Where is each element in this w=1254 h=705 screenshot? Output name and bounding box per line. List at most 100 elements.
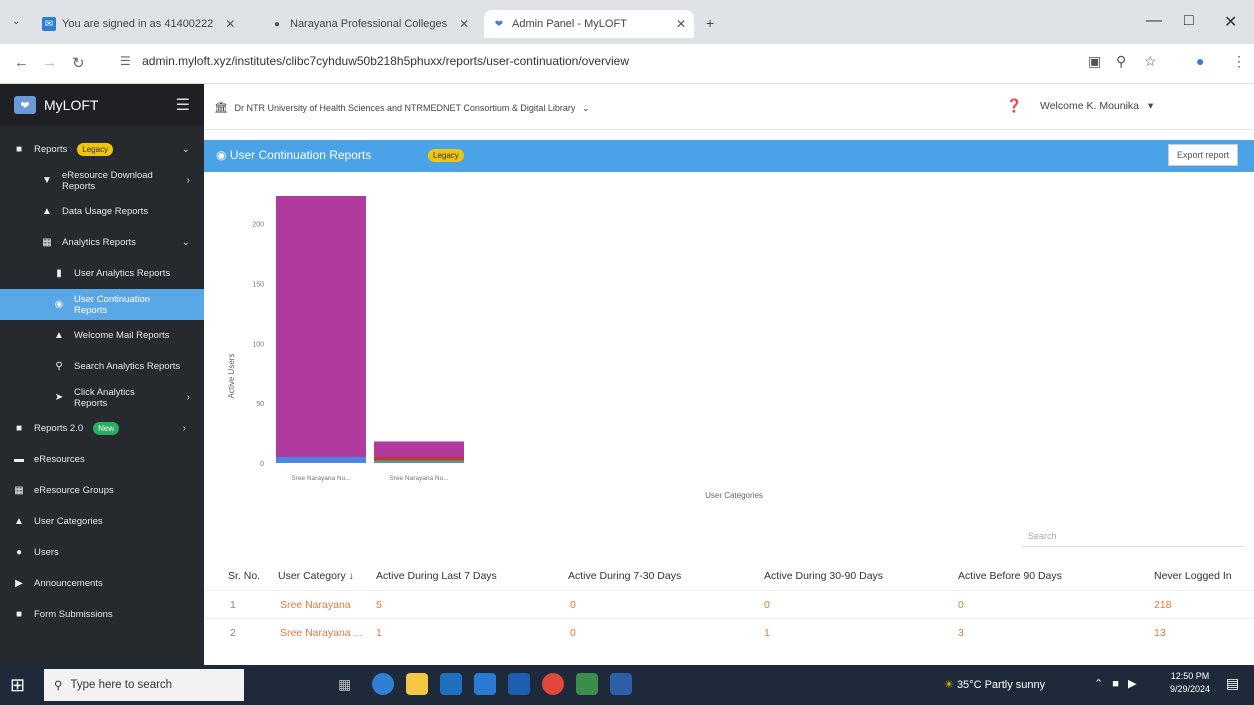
cell: Sree Narayana ...: [280, 627, 363, 639]
file-explorer-icon[interactable]: [406, 673, 428, 695]
x-axis-label: User Categories: [705, 491, 763, 500]
column-header[interactable]: Active Before 90 Days: [958, 570, 1062, 582]
bar-segment[interactable]: [374, 461, 464, 463]
sidebar-item-user-categories[interactable]: ▲ User Categories: [0, 506, 204, 537]
windows-taskbar: ⊞ ⚲ Type here to search ▦ ☀ 35°C Partly …: [0, 665, 1254, 705]
export-report-button[interactable]: Export report: [1167, 144, 1238, 166]
cast-icon[interactable]: ▣: [1088, 53, 1101, 70]
url-field[interactable]: ☰ admin.myloft.xyz/institutes/clibc7cyhd…: [120, 54, 629, 68]
column-header[interactable]: Never Logged In: [1154, 570, 1232, 582]
taskbar-search-input[interactable]: ⚲ Type here to search: [44, 669, 244, 701]
hamburger-menu-icon[interactable]: ☰: [176, 95, 190, 115]
close-icon[interactable]: ✕: [676, 17, 686, 31]
mail-app-icon[interactable]: [474, 673, 496, 695]
sidebar-item-eresource-download-reports[interactable]: ▼ eResource Download Reports ›: [0, 165, 204, 196]
sidebar-item-announcements[interactable]: ▶ Announcements: [0, 568, 204, 599]
tab-search-chevron-icon[interactable]: ⌄: [12, 16, 20, 27]
task-view-icon[interactable]: ▦: [338, 676, 351, 693]
store-icon[interactable]: [440, 673, 462, 695]
cell: 3: [958, 627, 964, 639]
sidebar-item-label: Reports: [34, 144, 68, 155]
tab-mail[interactable]: ✉ You are signed in as 41400222 ✕: [34, 10, 243, 38]
sidebar-item-reports-2[interactable]: ■ Reports 2.0 New ›: [0, 413, 204, 444]
bar-segment[interactable]: [374, 441, 464, 458]
word-icon[interactable]: [610, 673, 632, 695]
page-title: ◉ User Continuation Reports: [216, 148, 371, 162]
chrome-icon[interactable]: [542, 673, 564, 695]
minimize-icon[interactable]: —: [1146, 12, 1162, 30]
sidebar-item-click-analytics-reports[interactable]: ➤ Click Analytics Reports ›: [0, 382, 204, 413]
sidebar-item-label: Welcome Mail Reports: [74, 330, 170, 341]
sidebar-item-welcome-mail-reports[interactable]: ▲ Welcome Mail Reports: [0, 320, 204, 351]
sidebar-item-user-analytics-reports[interactable]: ▮ User Analytics Reports: [0, 258, 204, 289]
new-tab-icon[interactable]: +: [706, 15, 714, 31]
bar-segment[interactable]: [276, 457, 366, 463]
page-title-bar: ◉ User Continuation Reports Legacy Expor…: [204, 140, 1254, 172]
sidebar-item-users[interactable]: ● Users: [0, 537, 204, 568]
forward-icon[interactable]: →: [42, 54, 57, 71]
sidebar-item-label: Announcements: [34, 578, 103, 589]
sidebar-item-search-analytics-reports[interactable]: ⚲ Search Analytics Reports: [0, 351, 204, 382]
help-icon[interactable]: ❓: [1006, 98, 1022, 114]
chevron-down-icon: ⌄: [181, 237, 190, 248]
table-row: 2 Sree Narayana ... 1 0 1 3 13: [204, 618, 1254, 646]
column-header[interactable]: Active During 7-30 Days: [568, 570, 681, 582]
sidebar-item-user-continuation-reports[interactable]: ◉ User Continuation Reports: [0, 289, 204, 320]
legacy-badge: Legacy: [77, 143, 114, 156]
bar-segment[interactable]: [374, 460, 464, 462]
window-close-icon[interactable]: ✕: [1224, 12, 1237, 32]
system-tray[interactable]: ⌃ ■ ▶: [1094, 677, 1136, 690]
y-tick-label: 100: [252, 341, 264, 348]
sidebar-item-eresource-groups[interactable]: ▦ eResource Groups: [0, 475, 204, 506]
tab-narayana[interactable]: ● Narayana Professional Colleges ✕: [262, 10, 477, 38]
chevron-up-icon: ⌃: [1094, 678, 1104, 690]
windows-start-icon[interactable]: ⊞: [10, 675, 25, 696]
reload-icon[interactable]: ↻: [72, 54, 85, 72]
table-search-input[interactable]: Search: [1022, 525, 1244, 547]
table-row: 1 Sree Narayana 5 0 0 0 218: [204, 590, 1254, 618]
site-settings-icon[interactable]: ☰: [120, 54, 131, 68]
user-menu[interactable]: Welcome K. Mounika ▾: [1040, 100, 1153, 112]
cell: 1: [764, 627, 770, 639]
column-header[interactable]: Sr. No.: [228, 570, 260, 582]
clock[interactable]: 12:50 PM 9/29/2024: [1170, 670, 1210, 696]
close-icon[interactable]: ✕: [459, 17, 469, 31]
edge-icon[interactable]: [372, 673, 394, 695]
x-tick-label: Sree Narayana Nu...: [291, 475, 350, 482]
institution-selector[interactable]: 🏛 Dr NTR University of Health Sciences a…: [214, 101, 589, 114]
bar-segment[interactable]: [276, 196, 366, 458]
cell: 2: [230, 627, 236, 639]
sidebar-item-eresources[interactable]: ▬ eResources: [0, 444, 204, 475]
bar-segment[interactable]: [374, 457, 464, 461]
sidebar-item-analytics-reports[interactable]: ▦ Analytics Reports ⌄: [0, 227, 204, 258]
institution-name: Dr NTR University of Health Sciences and…: [234, 103, 576, 113]
profile-icon[interactable]: ●: [1196, 53, 1204, 69]
sidebar-item-label: Data Usage Reports: [62, 206, 149, 217]
bookmark-star-icon[interactable]: ☆: [1144, 53, 1157, 70]
sidebar-item-label: User Categories: [34, 516, 103, 527]
users-icon: ▲: [14, 516, 24, 527]
legacy-badge: Legacy: [428, 149, 464, 162]
sidebar-item-label: Search Analytics Reports: [74, 361, 181, 372]
zoom-icon[interactable]: ⚲: [1116, 53, 1126, 70]
maximize-icon[interactable]: □: [1184, 12, 1194, 30]
sidebar-item-label: User Continuation Reports: [74, 293, 151, 316]
copilot-icon[interactable]: [508, 673, 530, 695]
tab-admin-panel[interactable]: ❤ Admin Panel - MyLOFT ✕: [484, 10, 694, 38]
browser-tab-strip: ⌄ ✉ You are signed in as 41400222 ✕ ● Na…: [0, 0, 1254, 44]
person-icon: ▲: [42, 206, 52, 217]
sidebar-item-data-usage-reports[interactable]: ▲ Data Usage Reports: [0, 196, 204, 227]
notification-icon[interactable]: ▤: [1226, 675, 1239, 692]
chevron-down-icon: ⌄: [181, 144, 190, 155]
column-header[interactable]: User Category ↓: [278, 570, 354, 582]
cell: 0: [764, 599, 770, 611]
sidebar-item-form-submissions[interactable]: ■ Form Submissions: [0, 599, 204, 630]
column-header[interactable]: Active During Last 7 Days: [376, 570, 497, 582]
column-header[interactable]: Active During 30-90 Days: [764, 570, 883, 582]
close-icon[interactable]: ✕: [225, 17, 235, 31]
excel-icon[interactable]: [576, 673, 598, 695]
sidebar-item-reports[interactable]: ■ Reports Legacy ⌄: [0, 134, 204, 165]
kebab-menu-icon[interactable]: ⋮: [1232, 53, 1246, 70]
weather-widget[interactable]: ☀ 35°C Partly sunny: [944, 678, 1045, 691]
back-icon[interactable]: ←: [14, 54, 29, 71]
